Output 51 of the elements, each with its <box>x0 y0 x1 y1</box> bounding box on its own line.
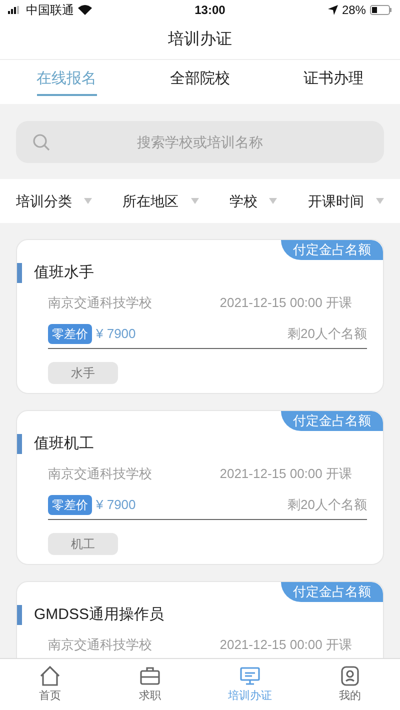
caret-icon <box>269 198 278 204</box>
course-name: 值班水手 <box>34 263 94 283</box>
filter-dropdown[interactable]: 所在地区 <box>122 190 199 212</box>
filter-dropdown[interactable]: 学校 <box>229 190 278 212</box>
tab-bar-item[interactable]: 求职 <box>100 659 200 710</box>
accent-bar <box>17 434 22 454</box>
page-title: 培训办证 <box>168 30 232 50</box>
deposit-badge: 付定金占名额 <box>281 582 383 602</box>
signal-icon <box>8 6 22 14</box>
filter-dropdown[interactable]: 开课时间 <box>308 190 384 212</box>
carrier-name: 中国联通 <box>26 2 74 19</box>
category-tag: 机工 <box>48 533 118 555</box>
course-card[interactable]: 付定金占名额 值班机工 南京交通科技学校 2021-12-15 00:00 开课 零差价 ¥ 7900 剩20人个名额 机工 <box>16 410 384 565</box>
caret-icon <box>376 198 384 204</box>
accent-bar <box>17 263 22 284</box>
accent-bar <box>17 605 22 626</box>
remaining-seats: 剩20人个名额 <box>288 324 367 344</box>
tab[interactable]: 全部院校 <box>133 60 267 104</box>
start-time: 2021-12-15 00:00 开课 <box>220 636 352 654</box>
start-time: 2021-12-15 00:00 开课 <box>220 464 352 482</box>
tab[interactable]: 证书办理 <box>266 60 400 104</box>
deposit-badge: 付定金占名额 <box>281 411 383 431</box>
school-name: 南京交通科技学校 <box>48 636 152 654</box>
start-time: 2021-12-15 00:00 开课 <box>220 294 352 312</box>
filter-dropdown[interactable]: 培训分类 <box>16 190 92 212</box>
price: ¥ 7900 <box>96 325 136 344</box>
battery-icon <box>370 5 392 15</box>
battery-percent: 28% <box>342 2 366 19</box>
wifi-icon <box>78 5 92 15</box>
location-icon <box>328 5 338 15</box>
tab-bar-item[interactable]: 首页 <box>0 659 100 710</box>
category-tag: 水手 <box>48 362 118 384</box>
course-name: 值班机工 <box>34 434 94 454</box>
search-icon <box>32 132 50 150</box>
price-tag: 零差价 <box>48 324 92 344</box>
course-name: GMDSS通用操作员 <box>34 605 164 625</box>
price: ¥ 7900 <box>96 496 136 514</box>
remaining-seats: 剩20人个名额 <box>288 495 367 515</box>
tab-bar-item[interactable]: 我的 <box>300 659 400 710</box>
school-name: 南京交通科技学校 <box>48 464 152 482</box>
search-field[interactable]: 搜索学校或培训名称 <box>16 120 384 162</box>
caret-icon <box>84 198 92 204</box>
user-icon <box>338 664 362 688</box>
course-card[interactable]: 付定金占名额 值班水手 南京交通科技学校 2021-12-15 00:00 开课 零差价 ¥ 7900 剩20人个名额 水手 <box>16 239 384 394</box>
caret-icon <box>190 198 199 204</box>
school-name: 南京交通科技学校 <box>48 294 152 312</box>
course-card[interactable]: 付定金占名额 GMDSS通用操作员 南京交通科技学校 2021-12-15 00:00 开课 <box>16 581 384 658</box>
price-tag: 零差价 <box>48 495 92 515</box>
clock: 13:00 <box>194 2 226 19</box>
deposit-badge: 付定金占名额 <box>281 240 383 260</box>
home-icon <box>38 664 62 688</box>
